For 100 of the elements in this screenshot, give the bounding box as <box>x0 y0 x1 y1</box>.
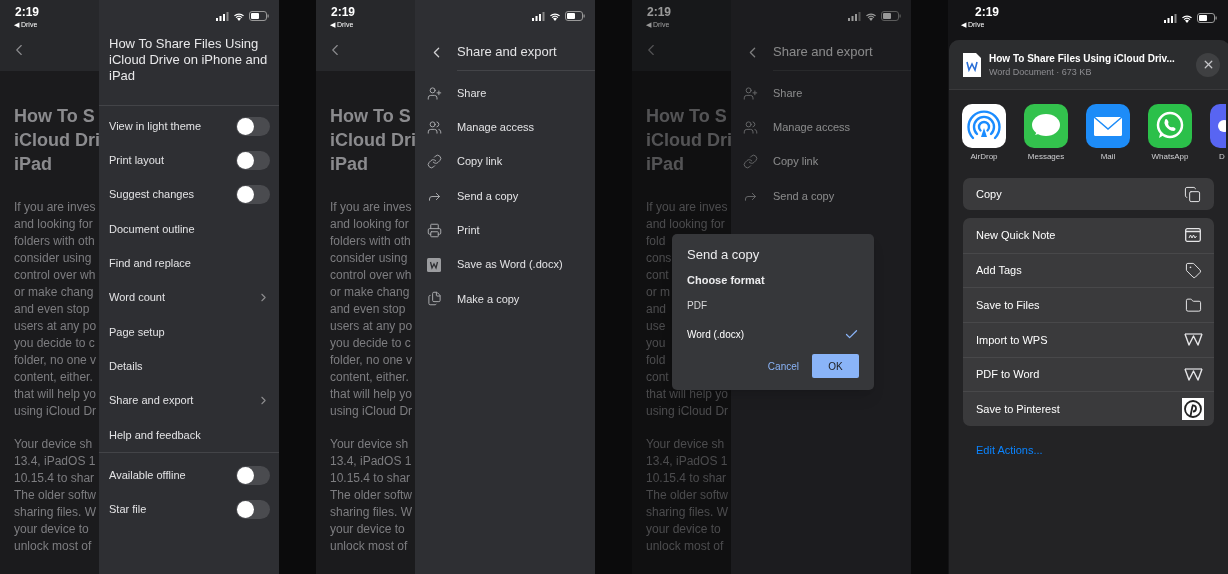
document-text-line: and even stop <box>14 301 90 318</box>
menu-item[interactable]: Share <box>415 76 595 111</box>
document-text-line: sharing files. W <box>330 504 413 521</box>
document-text-line: or m <box>646 284 670 301</box>
menu-item[interactable]: Available offline <box>99 457 279 493</box>
link-icon <box>426 154 442 170</box>
battery-icon <box>249 11 269 21</box>
document-text-line: folder, no one v <box>14 352 97 369</box>
share-action[interactable]: Import to WPS <box>963 322 1214 357</box>
menu-item[interactable]: Save as Word (.docx) <box>415 247 595 282</box>
battery-icon <box>565 11 585 21</box>
toggle-switch[interactable] <box>236 499 270 519</box>
menu-item[interactable]: Help and feedback <box>99 417 279 452</box>
menu-item[interactable]: Details <box>99 349 279 384</box>
document-text-line: 10.15.4 to shar <box>14 470 95 487</box>
ok-button[interactable]: OK <box>812 354 859 378</box>
document-text-line: consider using <box>14 250 92 267</box>
wps-icon <box>1183 368 1203 382</box>
document-text-line: unlock most of <box>14 538 92 555</box>
share-action[interactable]: Add Tags <box>963 252 1214 288</box>
document-text-line: you decide to c <box>14 335 95 352</box>
signal-icon <box>216 11 229 21</box>
toggle-switch[interactable] <box>236 150 270 170</box>
menu-item[interactable]: Page setup <box>99 314 279 350</box>
toggle-switch[interactable] <box>236 116 270 136</box>
document-text-line: control over wh <box>330 267 412 284</box>
menu-item[interactable]: Manage access <box>731 110 911 145</box>
file-details: Word Document · 673 KB <box>989 65 1093 78</box>
document-text-line: that will help yo <box>14 386 97 403</box>
copy-icon <box>1184 185 1201 203</box>
status-time: 2:19 <box>14 4 40 20</box>
document-text-line: The older softw <box>14 487 97 504</box>
document-text-line: cont <box>646 369 669 386</box>
document-text-line: If you are inves <box>330 199 412 216</box>
menu-item[interactable]: Copy link <box>731 144 911 179</box>
signal-icon <box>532 11 545 21</box>
menu-item[interactable]: Copy link <box>415 144 595 179</box>
signal-icon <box>848 11 861 21</box>
printer-icon <box>426 222 442 238</box>
document-text-line: users at any po <box>14 318 97 335</box>
document-text-line: content, either. <box>330 369 409 386</box>
menu-item[interactable]: Find and replace <box>99 246 279 281</box>
people-icon <box>426 119 442 135</box>
document-text-line: folder, no one v <box>330 352 413 369</box>
document-text-line: The older softw <box>330 487 413 504</box>
app-icon[interactable] <box>1210 104 1226 148</box>
share-action[interactable]: Save to Files <box>963 287 1214 323</box>
menu-item[interactable]: Print <box>415 213 595 248</box>
document-text-line: The older softw <box>646 487 729 504</box>
phone-bubble-icon[interactable] <box>1148 104 1192 148</box>
people-icon <box>742 119 758 135</box>
share-action[interactable]: New Quick Note <box>963 218 1214 253</box>
signal-icon <box>1164 13 1177 23</box>
document-text-line: and <box>646 301 667 318</box>
menu-item[interactable]: Document outline <box>99 211 279 247</box>
copy-action[interactable]: Copy <box>963 178 1214 210</box>
menu-item[interactable]: Word count <box>99 280 279 315</box>
menu-item[interactable]: Share <box>731 76 911 111</box>
menu-item[interactable]: Share and export <box>99 383 279 418</box>
document-text-line: fold <box>646 233 666 250</box>
cancel-button[interactable]: Cancel <box>767 358 799 374</box>
document-text-line: using iCloud Dr <box>14 403 97 420</box>
app-label: Mail <box>1100 151 1116 163</box>
status-time: 2:19 <box>330 4 356 20</box>
share-action[interactable]: Save to Pinterest <box>963 391 1214 427</box>
menu-item[interactable]: Print layout <box>99 143 279 178</box>
document-text-line: you <box>646 335 666 352</box>
envelope-icon[interactable] <box>1086 104 1130 148</box>
dialog-subtitle: Choose format <box>687 273 765 287</box>
menu-item[interactable]: Manage access <box>415 110 595 145</box>
document-heading-line: How To S <box>14 105 95 128</box>
menu-item[interactable]: Send a copy <box>415 178 595 214</box>
format-option[interactable]: PDF <box>687 291 859 320</box>
share-action[interactable]: PDF to Word <box>963 356 1214 392</box>
document-heading-line: iCloud Dri <box>14 129 99 152</box>
menu-item[interactable]: Make a copy <box>415 281 595 317</box>
menu-item[interactable]: Send a copy <box>731 178 911 214</box>
format-option[interactable]: Word (.docx) <box>687 320 859 349</box>
document-text-line: sharing files. W <box>646 504 729 521</box>
close-button[interactable] <box>1196 52 1220 77</box>
toggle-switch[interactable] <box>236 465 270 485</box>
speech-bubble-icon[interactable] <box>1024 104 1068 148</box>
document-text-line: cons <box>646 250 672 267</box>
document-text-line: If you are inves <box>14 199 96 216</box>
app-label: AirDrop <box>970 151 998 163</box>
airdrop-icon[interactable] <box>962 104 1006 148</box>
toggle-switch[interactable] <box>236 185 270 205</box>
menu-item[interactable]: Star file <box>99 492 279 527</box>
document-text-line: and even stop <box>330 301 406 318</box>
menu-item[interactable]: Suggest changes <box>99 177 279 212</box>
battery-icon <box>1197 13 1217 23</box>
document-text-line: your device to <box>330 521 405 538</box>
document-text-line: and looking for <box>14 216 93 233</box>
panel-title: Share and export <box>773 43 873 62</box>
add-person-icon <box>426 85 442 101</box>
document-text-line: Your device sh <box>330 436 409 453</box>
document-text-line: or make chang <box>14 284 94 301</box>
edit-actions-link[interactable]: Edit Actions... <box>963 442 1043 459</box>
menu-item[interactable]: View in light theme <box>99 109 279 144</box>
app-label: WhatsApp <box>1151 151 1189 163</box>
